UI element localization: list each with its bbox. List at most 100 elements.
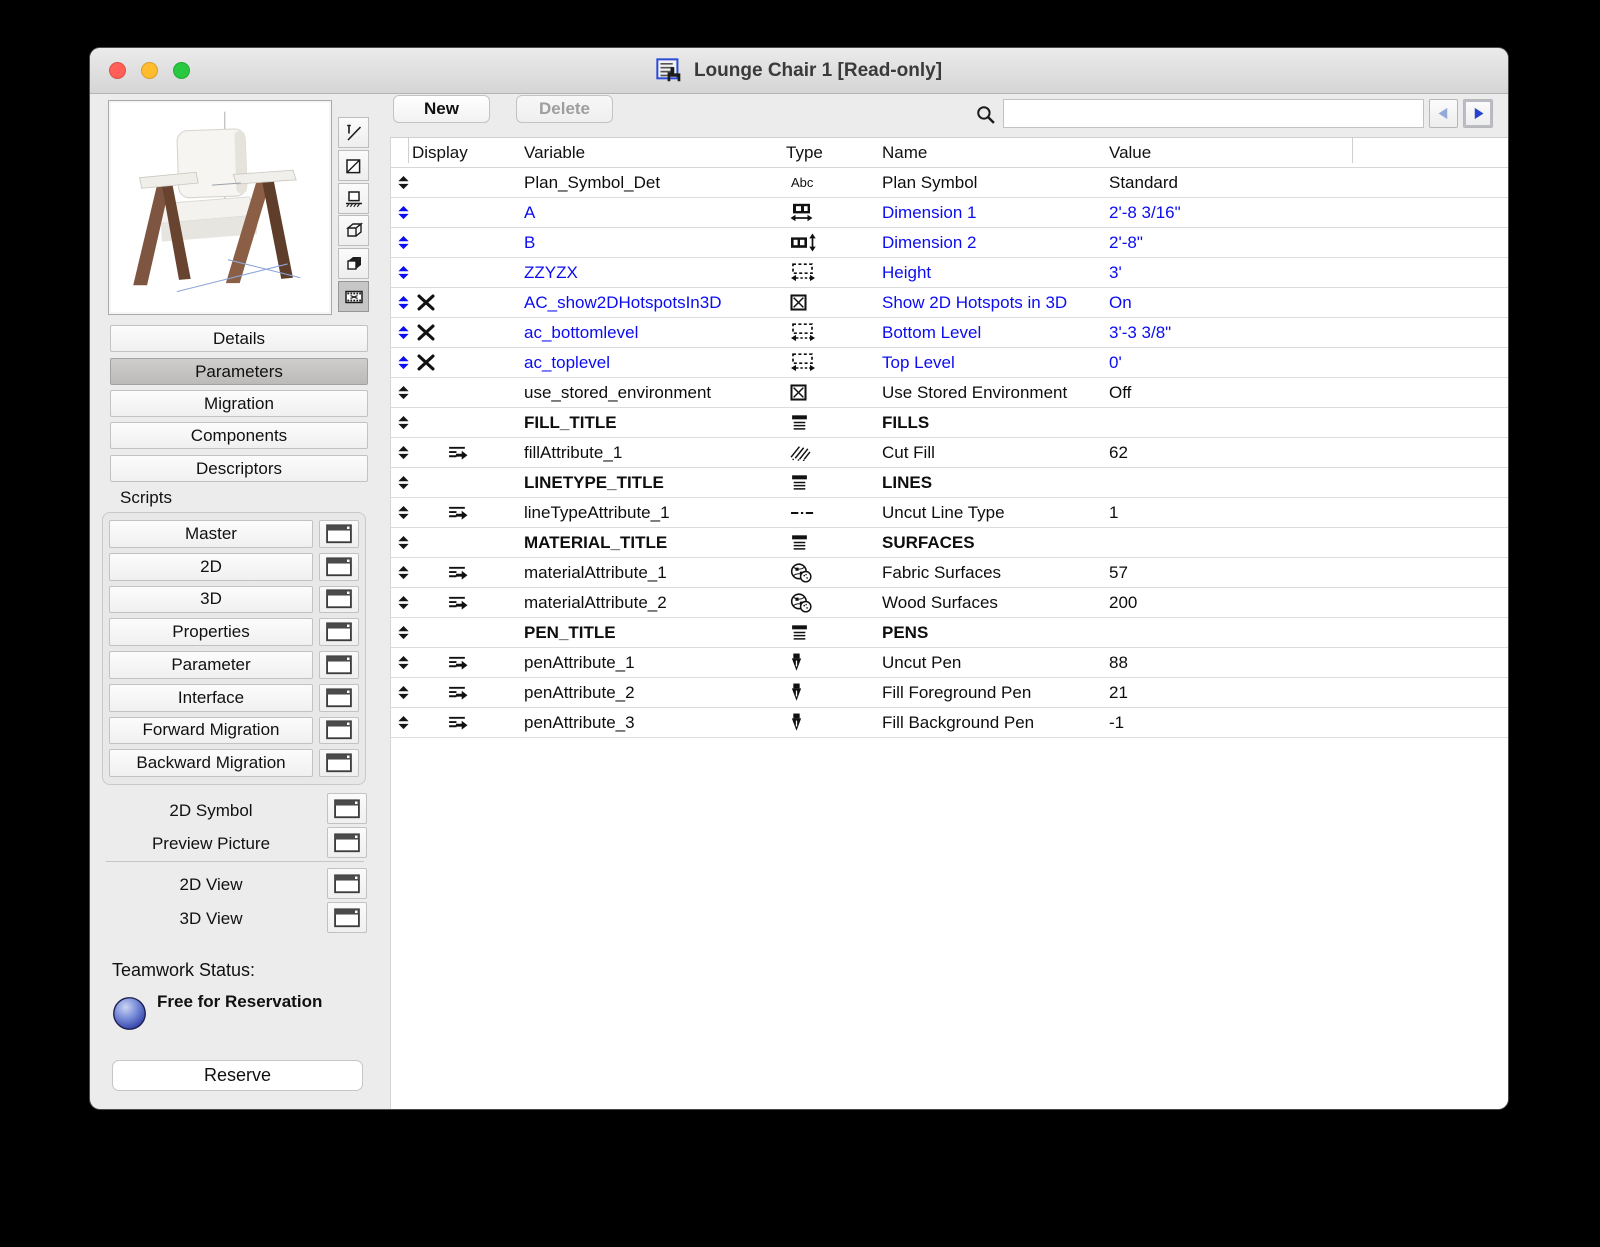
preview-3d-canvas[interactable] xyxy=(108,100,332,315)
tab-details[interactable]: Details xyxy=(110,325,368,352)
open-interface-window-button[interactable] xyxy=(319,683,359,712)
teamwork-status-label: Teamwork Status: xyxy=(112,960,256,980)
label-2d-view: 2D View xyxy=(179,875,243,894)
updown-icon[interactable] xyxy=(397,528,410,557)
nav-forward-button[interactable] xyxy=(1463,99,1493,128)
updown-icon[interactable] xyxy=(397,288,410,317)
table-row[interactable]: A Dimension 1 2'-8 3/16" xyxy=(391,198,1508,228)
open-master-window-button[interactable] xyxy=(319,520,359,548)
window-icon xyxy=(326,655,352,675)
reserve-button[interactable]: Reserve xyxy=(112,1060,363,1091)
open-2d-window-button[interactable] xyxy=(319,552,359,581)
header-name[interactable]: Name xyxy=(882,138,927,167)
updown-icon[interactable] xyxy=(397,228,410,257)
table-row[interactable]: materialAttribute_2 Wood Surfaces 200 xyxy=(391,588,1508,618)
table-row[interactable]: ac_toplevel Top Level 0' xyxy=(391,348,1508,378)
search-input[interactable] xyxy=(1003,99,1424,128)
header-divider xyxy=(1352,138,1353,163)
tab-descriptors[interactable]: Descriptors xyxy=(110,455,368,482)
table-row[interactable]: penAttribute_3 Fill Background Pen -1 xyxy=(391,708,1508,738)
delete-button[interactable]: Delete xyxy=(516,95,613,123)
table-row[interactable]: ac_bottomlevel Bottom Level 3'-3 3/8" xyxy=(391,318,1508,348)
updown-icon[interactable] xyxy=(397,618,410,647)
table-row[interactable]: Plan_Symbol_Det Plan Symbol Standard xyxy=(391,168,1508,198)
window-icon xyxy=(326,688,352,708)
table-row[interactable]: B Dimension 2 2'-8" xyxy=(391,228,1508,258)
attribute-arrow-icon xyxy=(447,558,468,587)
preview-mode-wireframe-button[interactable] xyxy=(338,215,369,246)
tab-components[interactable]: Components xyxy=(110,422,368,449)
open-3d-view-window-button[interactable] xyxy=(327,902,367,933)
checkbox-icon xyxy=(790,288,807,317)
updown-icon[interactable] xyxy=(397,258,410,287)
updown-icon[interactable] xyxy=(397,708,410,737)
attribute-arrow-icon xyxy=(447,498,468,527)
updown-icon[interactable] xyxy=(397,318,410,347)
table-row[interactable]: lineTypeAttribute_1 Uncut Line Type 1 xyxy=(391,498,1508,528)
table-row[interactable]: use_stored_environment Use Stored Enviro… xyxy=(391,378,1508,408)
open-2d-view-window-button[interactable] xyxy=(327,868,367,899)
script-parameter-button[interactable]: Parameter xyxy=(109,651,313,679)
table-row[interactable]: materialAttribute_1 Fabric Surfaces 57 xyxy=(391,558,1508,588)
new-button[interactable]: New xyxy=(393,95,490,123)
open-preview-picture-window-button[interactable] xyxy=(327,827,367,858)
title-icon xyxy=(790,528,809,557)
window-title: Lounge Chair 1 [Read-only] xyxy=(693,59,943,81)
title-icon xyxy=(790,408,809,437)
table-row[interactable]: ZZYZX Height 3' xyxy=(391,258,1508,288)
updown-icon[interactable] xyxy=(397,408,410,437)
tab-migration[interactable]: Migration xyxy=(110,390,368,417)
updown-icon[interactable] xyxy=(397,378,410,407)
header-type[interactable]: Type xyxy=(786,138,823,167)
updown-icon[interactable] xyxy=(397,558,410,587)
script-row-master: Master xyxy=(109,520,359,548)
scripts-section-label: Scripts xyxy=(120,488,172,507)
table-row[interactable]: AC_show2DHotspotsIn3D Show 2D Hotspots i… xyxy=(391,288,1508,318)
updown-icon[interactable] xyxy=(397,468,410,497)
tab-parameters[interactable]: Parameters xyxy=(110,358,368,385)
minimize-button[interactable] xyxy=(141,62,158,79)
header-variable[interactable]: Variable xyxy=(524,138,585,167)
table-row[interactable]: MATERIAL_TITLE SURFACES xyxy=(391,528,1508,558)
table-row[interactable]: LINETYPE_TITLE LINES xyxy=(391,468,1508,498)
open-forward-migration-window-button[interactable] xyxy=(319,716,359,745)
preview-mode-elevation-button[interactable] xyxy=(338,183,369,214)
preview-mode-animation-button[interactable] xyxy=(338,281,369,312)
open-backward-migration-window-button[interactable] xyxy=(319,749,359,777)
preview-mode-shaded-button[interactable] xyxy=(338,248,369,279)
script-backward-migration-button[interactable]: Backward Migration xyxy=(109,749,313,777)
table-row[interactable]: penAttribute_2 Fill Foreground Pen 21 xyxy=(391,678,1508,708)
zoom-button[interactable] xyxy=(173,62,190,79)
open-properties-window-button[interactable] xyxy=(319,618,359,646)
updown-icon[interactable] xyxy=(397,348,410,377)
open-parameter-window-button[interactable] xyxy=(319,651,359,679)
script-master-button[interactable]: Master xyxy=(109,520,313,548)
preview-mode-axo-button[interactable] xyxy=(338,117,369,148)
close-button[interactable] xyxy=(109,62,126,79)
script-properties-button[interactable]: Properties xyxy=(109,618,313,646)
updown-icon[interactable] xyxy=(397,648,410,677)
open-3d-window-button[interactable] xyxy=(319,585,359,614)
updown-icon[interactable] xyxy=(397,438,410,467)
titlebar[interactable]: Lounge Chair 1 [Read-only] xyxy=(90,48,1508,94)
header-display[interactable]: Display xyxy=(412,138,468,167)
parameter-table: Display Variable Type Name Value Plan_Sy… xyxy=(390,137,1508,1109)
updown-icon[interactable] xyxy=(397,678,410,707)
checkbox-icon xyxy=(790,378,807,407)
table-row[interactable]: PEN_TITLE PENS xyxy=(391,618,1508,648)
updown-icon[interactable] xyxy=(397,498,410,527)
script-forward-migration-button[interactable]: Forward Migration xyxy=(109,716,313,745)
updown-icon[interactable] xyxy=(397,168,410,197)
table-row[interactable]: fillAttribute_1 Cut Fill 62 xyxy=(391,438,1508,468)
nav-back-button[interactable] xyxy=(1429,99,1458,128)
script-interface-button[interactable]: Interface xyxy=(109,683,313,712)
header-value[interactable]: Value xyxy=(1109,138,1151,167)
script-2d-button[interactable]: 2D xyxy=(109,552,313,581)
open-2d-symbol-window-button[interactable] xyxy=(327,793,367,824)
table-row[interactable]: FILL_TITLE FILLS xyxy=(391,408,1508,438)
updown-icon[interactable] xyxy=(397,588,410,617)
preview-mode-2d-button[interactable] xyxy=(338,150,369,181)
table-row[interactable]: penAttribute_1 Uncut Pen 88 xyxy=(391,648,1508,678)
updown-icon[interactable] xyxy=(397,198,410,227)
script-3d-button[interactable]: 3D xyxy=(109,585,313,614)
